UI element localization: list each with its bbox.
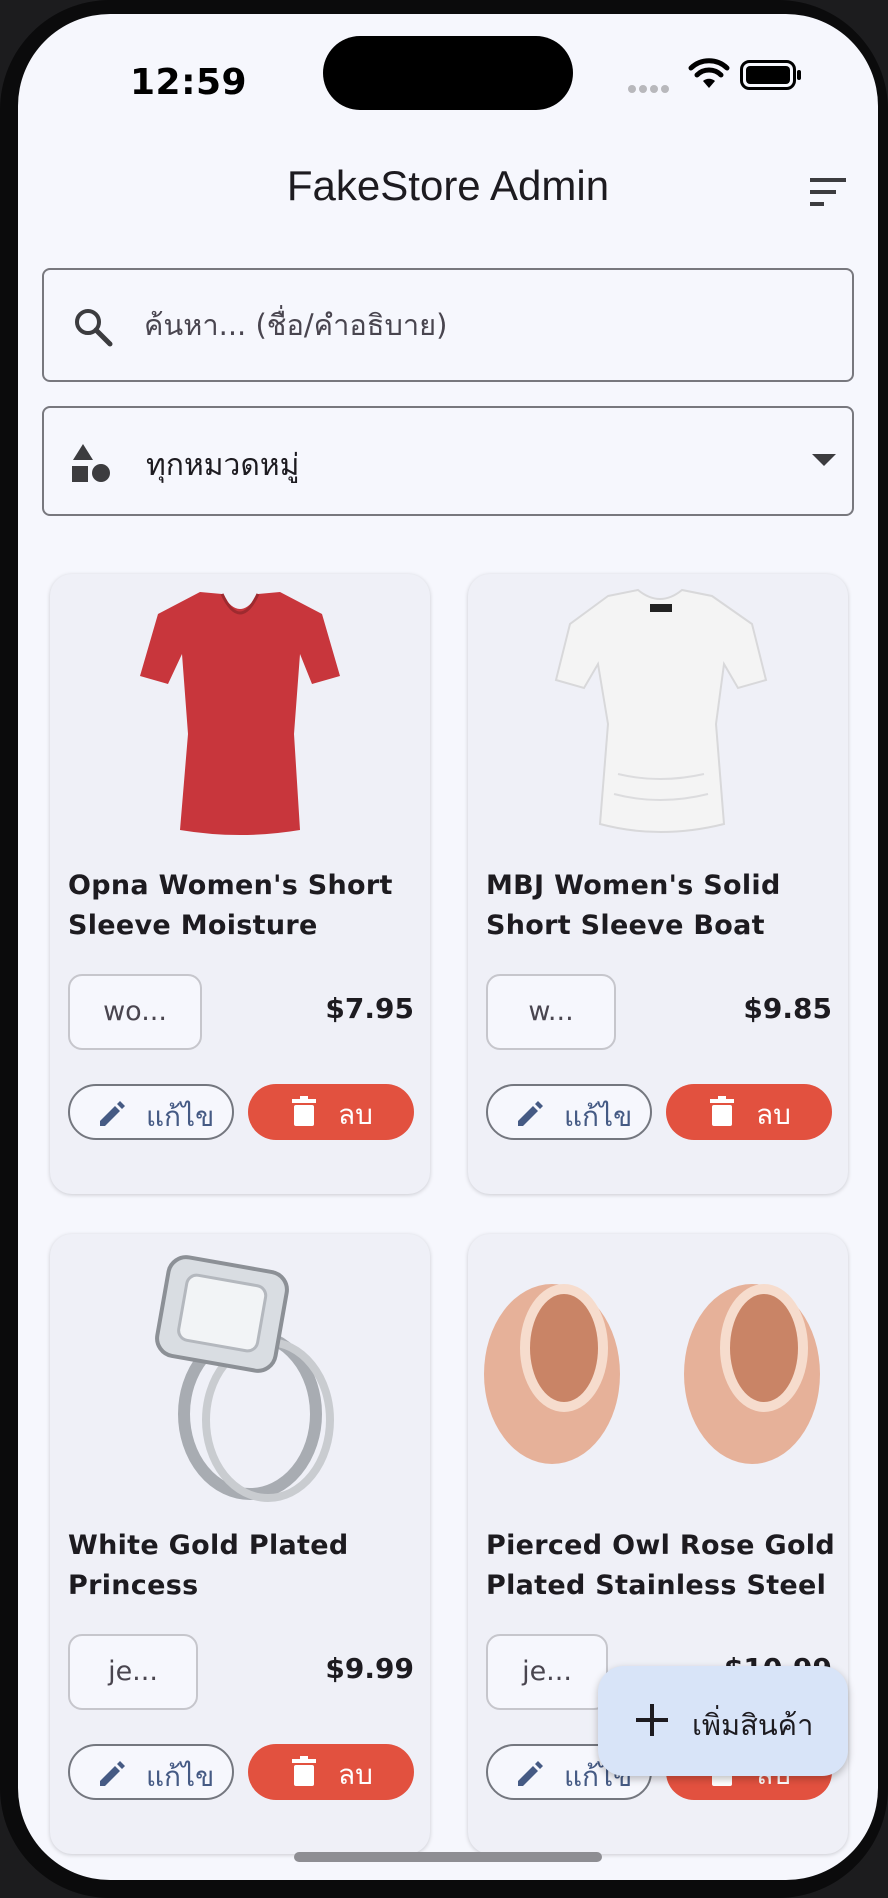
dynamic-island [323, 36, 573, 110]
delete-button[interactable]: ลบ [248, 1744, 414, 1800]
trash-icon [292, 1756, 316, 1786]
product-title: MBJ Women's Solid Short Sleeve Boat Nec.… [486, 870, 781, 941]
product-title: Pierced Owl Rose Gold Plated Stainless S… [486, 1530, 835, 1601]
product-price: $7.95 [325, 992, 414, 1025]
sort-icon[interactable] [808, 172, 854, 212]
delete-label: ลบ [338, 1759, 373, 1790]
delete-label: ลบ [756, 1099, 791, 1130]
edit-button[interactable]: แก้ไข [486, 1084, 652, 1140]
edit-label: แก้ไข [564, 1101, 633, 1132]
delete-button[interactable]: ลบ [666, 1084, 832, 1140]
product-card[interactable]: White Gold Plated Princess je... $9.99 แ… [50, 1234, 430, 1854]
edit-button[interactable]: แก้ไข [68, 1084, 234, 1140]
category-chip: wo... [68, 974, 202, 1050]
edit-button[interactable]: แก้ไข [68, 1744, 234, 1800]
page-title: FakeStore Admin [286, 162, 610, 209]
search-input[interactable] [144, 294, 824, 356]
signal-icon [628, 78, 676, 93]
search-field[interactable] [42, 268, 854, 382]
pencil-icon [518, 1761, 543, 1786]
category-dropdown[interactable]: ทุกหมวดหมู่ [42, 406, 854, 516]
chevron-down-icon [812, 454, 836, 466]
edit-label: แก้ไข [146, 1761, 215, 1792]
product-title: White Gold Plated Princess [68, 1530, 349, 1601]
pencil-icon [100, 1761, 125, 1786]
product-card[interactable]: MBJ Women's Solid Short Sleeve Boat Nec.… [468, 574, 848, 1194]
product-image [554, 588, 768, 833]
home-indicator[interactable] [294, 1852, 602, 1862]
add-product-label: เพิ่มสินค้า [692, 1708, 814, 1742]
trash-icon [292, 1096, 316, 1126]
category-selected-value: ทุกหมวดหมู่ [146, 448, 300, 483]
pencil-icon [100, 1101, 125, 1126]
pencil-icon [518, 1101, 543, 1126]
product-price: $9.85 [743, 992, 832, 1025]
product-title: Opna Women's Short Sleeve Moisture [68, 870, 393, 941]
delete-label: ลบ [338, 1099, 373, 1130]
product-image [484, 1284, 820, 1464]
product-card[interactable]: Opna Women's Short Sleeve Moisture wo...… [50, 574, 430, 1194]
plus-icon [636, 1704, 668, 1736]
search-icon [75, 309, 113, 347]
device-frame: 12:59 FakeStore Admin ทุกหมวดหมู่ [0, 0, 888, 1898]
product-image [140, 592, 340, 835]
delete-button[interactable]: ลบ [248, 1084, 414, 1140]
add-product-button[interactable]: เพิ่มสินค้า [598, 1666, 848, 1776]
wifi-icon [688, 58, 730, 88]
battery-icon [740, 60, 801, 90]
category-chip: je... [486, 1634, 608, 1710]
edit-label: แก้ไข [146, 1101, 215, 1132]
product-price: $9.99 [325, 1652, 414, 1685]
app-screen: 12:59 FakeStore Admin ทุกหมวดหมู่ [18, 14, 878, 1880]
product-image [155, 1255, 334, 1502]
category-chip: w... [486, 974, 616, 1050]
trash-icon [710, 1096, 734, 1126]
category-icon [72, 444, 110, 482]
category-chip: je... [68, 1634, 198, 1710]
status-time: 12:59 [130, 62, 248, 103]
